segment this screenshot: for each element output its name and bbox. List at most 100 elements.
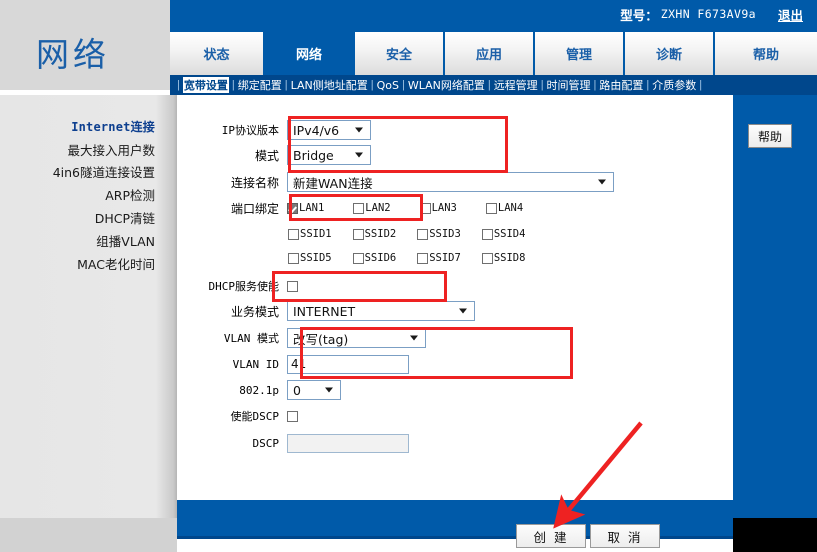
ssid-checkbox-ssid8[interactable]: SSID8 [481,252,525,264]
checkbox-lan1[interactable] [287,202,298,214]
subnav-item-1[interactable]: 宽带设置 [182,77,229,93]
checkbox-ssid4[interactable] [481,228,493,240]
sidebar-item-5[interactable]: DHCP清链 [95,208,155,227]
logout-link[interactable]: 退出 [778,5,803,24]
page-title: 网络 [36,35,110,74]
checkbox-lan4[interactable] [485,202,497,214]
subnav-item-7[interactable]: 时间管理 [547,77,591,93]
tab-6[interactable]: 诊断 [625,32,713,75]
ssid-checkbox-ssid3[interactable]: SSID3 [417,228,461,240]
checkbox-ssid1[interactable] [288,228,299,240]
footer-bar [177,500,817,536]
subnav-item-9[interactable]: 介质参数 [652,77,696,93]
tab-7[interactable]: 帮助 [715,32,817,75]
chevron-down-icon [410,335,418,341]
ssid-checkbox-ssid6[interactable]: SSID6 [352,252,397,264]
vlan-mode-label: VLAN 模式 [223,332,279,345]
lan-checkbox-lan3[interactable]: LAN3 [419,202,457,214]
tab-2[interactable]: 网络 [265,32,353,75]
create-button[interactable]: 创 建 [516,524,586,548]
tab-label: 状态 [203,48,230,63]
subnav-separator: | [370,79,374,91]
tab-label: 管理 [565,48,592,63]
row-ssid-1: SSID1 SSID2 SSID3 SSID4 [179,223,525,245]
tab-1[interactable]: 状态 [170,32,263,75]
priority-8021p-value: 0 [293,382,301,398]
checkbox-label: SSID3 [429,228,461,240]
ssid-checkbox-ssid5[interactable]: SSID5 [288,252,332,264]
sidebar-item-4[interactable]: ARP检测 [105,185,155,204]
service-mode-label: 业务模式 [230,304,279,319]
ssid-checkbox-ssid4[interactable]: SSID4 [481,228,526,240]
checkbox-label: SSID2 [364,228,397,240]
row-ip-version: IP协议版本 IPv4/v6 [179,119,371,141]
help-button[interactable]: 帮助 [748,124,792,148]
lan-checkbox-lan4[interactable]: LAN4 [485,202,523,214]
tab-3[interactable]: 安全 [355,32,443,75]
chevron-down-icon [355,127,363,133]
checkbox-ssid6[interactable] [352,252,364,264]
checkbox-ssid5[interactable] [288,252,299,264]
subnav-separator: | [540,79,544,91]
lan-checkbox-lan2[interactable]: LAN2 [353,202,391,214]
tab-label: 安全 [385,48,412,63]
checkbox-ssid2[interactable] [352,228,364,240]
subnav-separator: | [646,79,650,91]
dhcp-enable-checkbox[interactable] [287,280,298,292]
ssid-checkbox-group-2: SSID5 SSID6 SSID7 SSID8 [288,252,525,264]
subnav-item-2[interactable]: 绑定配置 [238,77,282,93]
checkbox-label: SSID4 [493,228,526,240]
ssid-checkbox-ssid2[interactable]: SSID2 [352,228,397,240]
subnav-item-6[interactable]: 远程管理 [494,77,538,93]
main-tab-bar: 状态 网络 安全 应用 管理 诊断 帮助 [170,28,817,75]
ssid-checkbox-ssid1[interactable]: SSID1 [288,228,332,240]
subnav-item-5[interactable]: WLAN网络配置 [408,77,485,93]
checkbox-ssid8[interactable] [481,252,493,264]
row-dhcp-enable: DHCP服务使能 [179,275,298,297]
checkbox-label: SSID6 [364,252,397,264]
service-mode-select[interactable]: INTERNET [287,301,475,321]
chevron-down-icon [598,179,606,185]
sidebar-item-3[interactable]: 4in6隧道连接设置 [53,162,155,181]
row-enable-dscp: 使能DSCP [179,405,298,427]
dscp-label: DSCP [252,436,280,450]
subnav-separator: | [699,79,703,91]
ip-version-select[interactable]: IPv4/v6 [287,120,371,140]
subnav-separator: | [487,79,491,91]
ip-version-value: IPv4/v6 [293,122,340,138]
subnav-item-8[interactable]: 路由配置 [599,77,643,93]
dhcp-enable-label: DHCP服务使能 [208,280,280,293]
enable-dscp-checkbox[interactable] [287,410,298,422]
priority-8021p-select[interactable]: 0 [287,380,341,400]
sidebar-item-7[interactable]: MAC老化时间 [77,254,155,273]
row-vlan-mode: VLAN 模式 改写(tag) [179,327,426,349]
tab-4[interactable]: 应用 [445,32,533,75]
sidebar-item-6[interactable]: 组播VLAN [96,231,155,250]
subnav-item-3[interactable]: LAN侧地址配置 [291,77,368,93]
subnav-item-4[interactable]: QoS [377,79,399,92]
sidebar-item-2[interactable]: 最大接入用户数 [67,140,155,159]
sidebar-item-1[interactable]: Internet连接 [71,118,155,135]
checkbox-lan2[interactable] [353,202,365,214]
checkbox-ssid3[interactable] [417,228,429,240]
footer-divider [177,536,817,539]
subnav-separator: | [284,79,288,91]
ssid-checkbox-ssid7[interactable]: SSID7 [417,252,461,264]
connection-name-value: 新建WAN连接 [293,175,373,191]
lan-checkbox-lan1[interactable]: LAN1 [287,202,324,214]
subnav-separator: | [177,79,180,91]
connection-name-select[interactable]: 新建WAN连接 [287,172,614,192]
cancel-button[interactable]: 取 消 [590,524,660,548]
sub-navigation: | 宽带设置 | 绑定配置 | LAN侧地址配置 | QoS | WLAN网络配置 | 远程管理 | 时间… [170,75,817,95]
checkbox-label: LAN3 [431,202,457,214]
sidebar: Internet连接 最大接入用户数 4in6隧道连接设置 ARP检测 DHCP清链 组播… [0,95,177,518]
dscp-input[interactable] [287,433,409,453]
tab-5[interactable]: 管理 [535,32,623,75]
port-binding-label: 端口绑定 [230,201,279,216]
checkbox-ssid7[interactable] [417,252,429,264]
vlan-id-input[interactable]: 41 [287,354,409,374]
vlan-mode-select[interactable]: 改写(tag) [287,328,426,348]
row-dscp: DSCP [179,432,409,454]
checkbox-lan3[interactable] [419,202,431,214]
mode-select[interactable]: Bridge [287,145,371,165]
